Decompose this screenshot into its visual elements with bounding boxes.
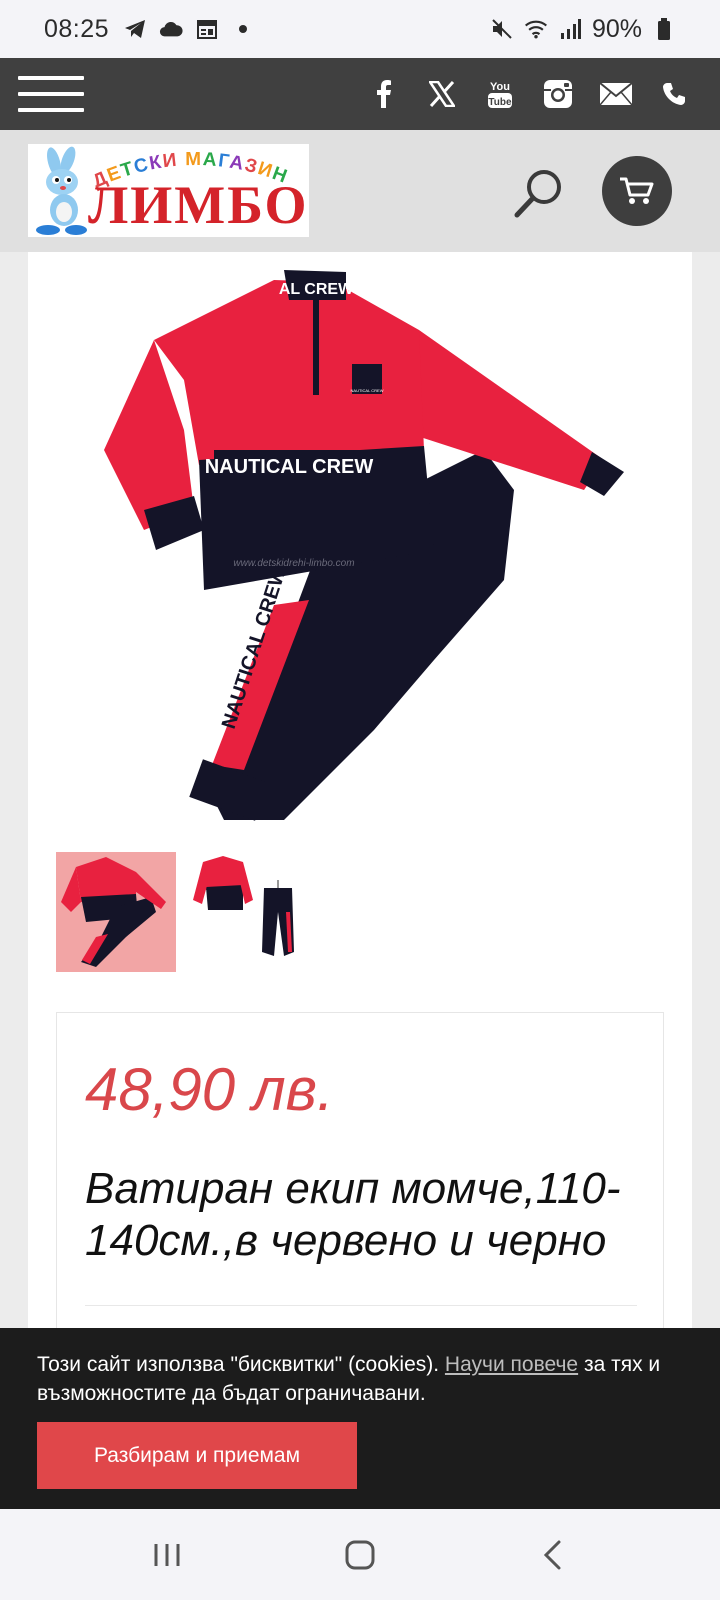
badge-text: NAUTICAL CREW <box>351 388 384 393</box>
phone-icon[interactable] <box>656 76 692 112</box>
cookie-text: Този сайт използва "бисквитки" (cookies)… <box>37 1350 687 1408</box>
svg-text:You: You <box>490 81 510 93</box>
youtube-icon[interactable]: You Tube <box>482 76 518 112</box>
watermark-text: www.detskidrehi-limbo.com <box>233 558 354 569</box>
status-right: 90% <box>490 15 676 44</box>
mute-icon <box>490 17 514 41</box>
site-logo[interactable]: ДЕТСКИ МАГАЗИН ЛИМБО <box>28 144 309 237</box>
calendar-icon <box>195 17 219 41</box>
thumbnail-2[interactable] <box>188 852 308 972</box>
search-icon[interactable] <box>512 165 568 221</box>
signal-icon <box>558 17 582 41</box>
product-content: NAUTICAL CREW NAUTICAL CREW AL CREW NAUT… <box>28 252 692 1352</box>
recent-apps-button[interactable] <box>137 1525 197 1585</box>
battery-icon <box>652 17 676 41</box>
email-icon[interactable] <box>598 76 634 112</box>
product-title: Ватиран екип момче,110-140см.,в червено … <box>85 1164 621 1265</box>
dot-icon <box>231 17 255 41</box>
svg-text:Tube: Tube <box>488 97 512 108</box>
status-left-icons <box>123 17 255 41</box>
home-button[interactable] <box>330 1525 390 1585</box>
menu-line <box>18 108 84 112</box>
facebook-icon[interactable] <box>366 76 402 112</box>
site-header: ДЕТСКИ МАГАЗИН ЛИМБО <box>0 130 720 252</box>
wifi-icon <box>524 17 548 41</box>
collar-text: AL CREW <box>279 281 354 298</box>
cart-icon <box>620 177 654 204</box>
cart-button[interactable] <box>602 156 672 226</box>
info-divider <box>85 1305 637 1306</box>
recent-apps-icon <box>154 1543 180 1566</box>
x-icon[interactable] <box>424 76 460 112</box>
learn-more-link[interactable]: Научи повече <box>445 1353 578 1376</box>
product-thumbnails <box>56 852 308 972</box>
battery-percent: 90% <box>591 14 642 43</box>
accept-cookies-button[interactable]: Разбирам и приемам <box>37 1422 357 1489</box>
cookie-banner: Този сайт използва "бисквитки" (cookies)… <box>0 1328 720 1509</box>
menu-line <box>18 76 84 80</box>
status-bar: 08:25 90% <box>0 0 720 58</box>
product-price: 48,90 лв. <box>85 1056 334 1123</box>
cookie-text-before: Този сайт използва "бисквитки" (cookies)… <box>37 1353 445 1376</box>
product-info-box: 48,90 лв. Ватиран екип момче,110-140см.,… <box>56 1012 664 1352</box>
menu-line <box>18 92 84 96</box>
cloud-icon <box>159 17 183 41</box>
social-links: You Tube <box>366 76 702 112</box>
thumbnail-1[interactable] <box>56 852 176 972</box>
back-button[interactable] <box>523 1525 583 1585</box>
bunny-mascot-icon <box>36 146 87 235</box>
logo-name: ЛИМБО <box>88 175 309 235</box>
home-icon <box>345 1540 375 1569</box>
telegram-icon <box>123 17 147 41</box>
instagram-icon[interactable] <box>540 76 576 112</box>
back-icon <box>544 1540 561 1569</box>
product-main-image[interactable]: NAUTICAL CREW NAUTICAL CREW AL CREW NAUT… <box>84 260 674 830</box>
chest-text: NAUTICAL CREW <box>205 456 374 478</box>
top-nav: You Tube <box>0 58 720 130</box>
system-nav-bar <box>0 1509 720 1600</box>
status-time: 08:25 <box>44 14 110 43</box>
menu-button[interactable] <box>18 76 84 112</box>
